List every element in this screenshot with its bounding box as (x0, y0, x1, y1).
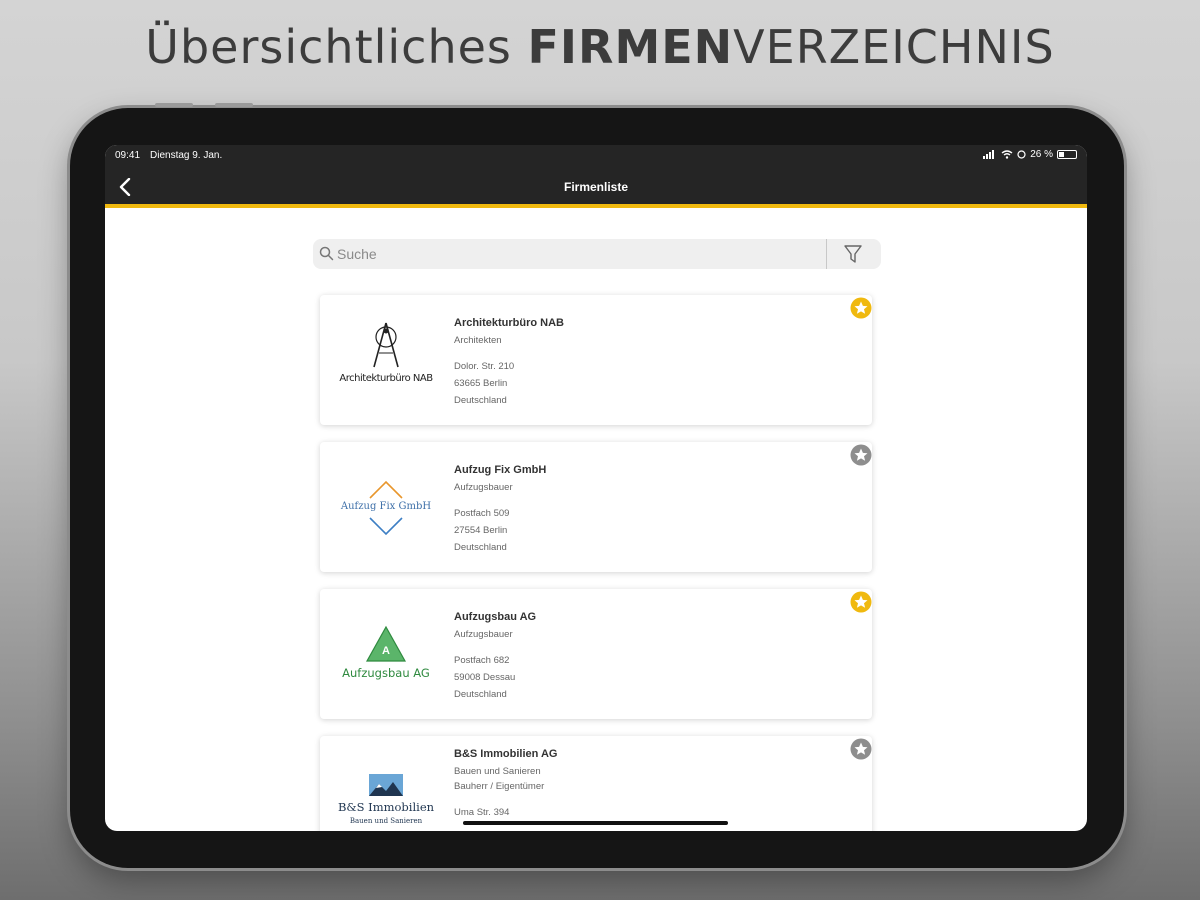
logo-text: Aufzugsbau AG (342, 666, 430, 680)
address-line: Dolor. Str. 210 (454, 361, 515, 372)
company-card[interactable]: B&S Immobilien Bauen und Sanieren B&S Im… (320, 736, 872, 831)
company-name: Aufzug Fix GmbH (454, 464, 547, 476)
battery-percent: 26 % (1030, 149, 1053, 160)
company-name: B&S Immobilien AG (454, 748, 558, 760)
company-card[interactable]: Architekturbüro NAB Architekturbüro NAB … (320, 295, 872, 425)
company-card[interactable]: A Aufzugsbau AG Aufzugsbau AG Aufzugsbau… (320, 589, 872, 719)
address-line: 59008 Dessau (454, 672, 516, 683)
filter-button[interactable] (842, 243, 866, 265)
headline-regular: Übersichtliches (145, 20, 528, 74)
search-input[interactable] (337, 243, 807, 265)
home-indicator[interactable] (463, 821, 728, 825)
company-card[interactable]: Aufzug Fix GmbH Aufzug Fix GmbH Aufzugsb… (320, 442, 872, 572)
nav-bar: Firmenliste (105, 167, 1087, 208)
battery-icon (1057, 150, 1077, 159)
star-icon (850, 738, 872, 760)
location-icon (1017, 150, 1026, 159)
logo-text: B&S Immobilien (337, 800, 435, 814)
logo-mark: A (382, 645, 390, 657)
headline-bold: FIRMEN (527, 20, 734, 74)
status-date: Dienstag 9. Jan. (150, 150, 223, 161)
company-category: Architekten (454, 335, 502, 346)
search-divider (826, 239, 827, 269)
favorite-button[interactable] (850, 591, 872, 613)
headline: Übersichtliches FIRMENVERZEICHNIS (0, 20, 1200, 74)
favorite-button[interactable] (850, 738, 872, 760)
address-line: Postfach 682 (454, 655, 510, 666)
volume-button (155, 103, 193, 107)
address-line: Uma Str. 394 (454, 807, 510, 818)
filter-icon (844, 245, 862, 263)
favorite-button[interactable] (850, 444, 872, 466)
company-category: Bauherr / Eigentümer (454, 781, 545, 792)
company-category: Aufzugsbauer (454, 629, 513, 640)
signal-icon (983, 150, 995, 159)
address-line: Postfach 509 (454, 508, 510, 519)
logo-subtext: Bauen und Sanieren (349, 817, 423, 825)
company-logo (332, 317, 440, 401)
company-category: Bauen und Sanieren (454, 766, 541, 777)
company-name: Aufzugsbau AG (454, 611, 537, 623)
wifi-icon (1001, 150, 1013, 159)
search-bar (313, 239, 881, 269)
search-icon (319, 246, 334, 261)
star-icon (850, 591, 872, 613)
logo-text: Architekturbüro NAB (339, 373, 433, 384)
logo-text: Aufzug Fix GmbH (340, 501, 432, 512)
address-line: Deutschland (454, 542, 507, 553)
address-line: 63665 Berlin (454, 378, 508, 389)
compass-icon (373, 322, 399, 368)
volume-button (215, 103, 253, 107)
address-line: 27554 Berlin (454, 525, 508, 536)
address-line: Deutschland (454, 689, 507, 700)
star-icon (850, 297, 872, 319)
status-bar: 09:41 Dienstag 9. Jan. 26 % (105, 145, 1087, 167)
headline-rest: VERZEICHNIS (733, 20, 1055, 74)
favorite-button[interactable] (850, 297, 872, 319)
company-name: Architekturbüro NAB (454, 317, 565, 329)
app-screen: 09:41 Dienstag 9. Jan. 26 % Firmenliste … (105, 145, 1087, 831)
nav-title: Firmenliste (563, 180, 629, 194)
address-line: Deutschland (454, 395, 507, 406)
status-time: 09:41 (115, 150, 141, 161)
star-icon (850, 444, 872, 466)
company-category: Aufzugsbauer (454, 482, 513, 493)
